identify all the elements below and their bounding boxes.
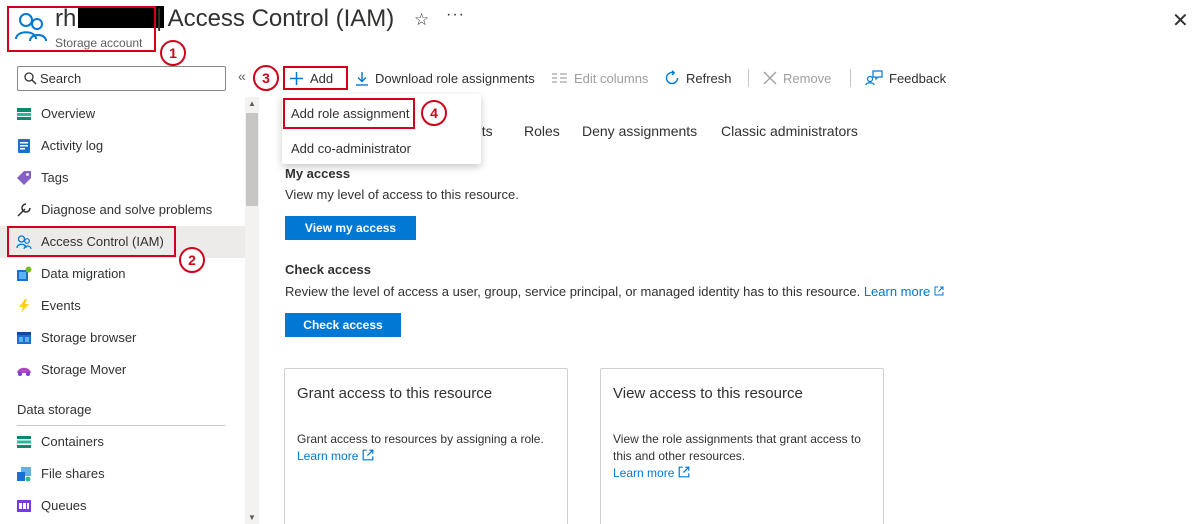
- overview-icon: [17, 108, 31, 120]
- external-link-icon: [934, 286, 944, 296]
- view-my-access-button[interactable]: View my access: [285, 216, 416, 240]
- sidebar-item-label: Tags: [41, 170, 69, 185]
- card-title: Grant access to this resource: [297, 385, 493, 402]
- highlight-box-add: [283, 66, 348, 90]
- sidebar-item-storage-mover[interactable]: Storage Mover: [0, 354, 245, 386]
- sidebar-item-queues[interactable]: Queues: [0, 490, 245, 522]
- toolbar-separator: [748, 69, 749, 87]
- my-access-text: View my level of access to this resource…: [285, 187, 519, 202]
- edit-columns-icon: [552, 73, 567, 83]
- sidebar-item-tags[interactable]: Tags: [0, 162, 245, 194]
- scroll-up-icon[interactable]: ▲: [248, 99, 256, 108]
- file-shares-icon: [17, 467, 31, 482]
- sidebar-item-label: Containers: [41, 434, 104, 449]
- marker-4: 4: [421, 100, 447, 126]
- external-link-icon: [362, 449, 374, 461]
- remove-button[interactable]: Remove: [763, 66, 831, 90]
- search-box[interactable]: [17, 66, 226, 91]
- download-icon: [356, 71, 368, 86]
- data-migration-icon: [17, 266, 32, 281]
- grant-access-card: Grant access to this resource Grant acce…: [284, 368, 568, 524]
- containers-icon: [17, 436, 31, 448]
- learn-more-link[interactable]: Learn more: [864, 284, 930, 299]
- feedback-button[interactable]: Feedback: [865, 66, 946, 90]
- storage-browser-icon: [17, 332, 31, 344]
- highlight-box-iam: [7, 226, 176, 257]
- search-icon: [24, 72, 37, 85]
- sidebar-item-overview[interactable]: Overview: [0, 98, 245, 130]
- learn-more-link[interactable]: Learn more: [613, 466, 674, 480]
- tab-classic-administrators[interactable]: Classic administrators: [721, 123, 858, 139]
- sidebar-item-diagnose[interactable]: Diagnose and solve problems: [0, 194, 245, 226]
- sidebar-item-events[interactable]: Events: [0, 290, 245, 322]
- refresh-button[interactable]: Refresh: [664, 66, 732, 90]
- sidebar-item-label: Overview: [41, 106, 96, 121]
- my-access-title: My access: [285, 166, 351, 181]
- remove-label: Remove: [783, 70, 832, 86]
- favorite-star-icon[interactable]: ☆: [414, 10, 429, 30]
- sidebar-item-label: Storage Mover: [41, 362, 127, 377]
- sidebar-section-title: Data storage: [17, 402, 92, 417]
- queues-icon: [17, 500, 31, 512]
- check-access-text: Review the level of access a user, group…: [285, 284, 944, 299]
- marker-2: 2: [179, 247, 205, 273]
- toolbar-separator: [850, 69, 851, 87]
- lightning-icon: [19, 299, 29, 313]
- download-role-assignments-button[interactable]: Download role assignments: [355, 66, 535, 90]
- feedback-icon: [865, 70, 883, 86]
- sidebar-item-label: Activity log: [41, 138, 104, 153]
- tag-icon: [17, 171, 31, 185]
- refresh-label: Refresh: [686, 70, 732, 86]
- sidebar-item-containers[interactable]: Containers: [0, 426, 245, 458]
- highlight-box-add-role-assignment: [283, 98, 415, 129]
- activity-log-icon: [18, 139, 30, 153]
- sidebar-item-label: File shares: [41, 466, 105, 481]
- sidebar-item-storage-browser[interactable]: Storage browser: [0, 322, 245, 354]
- card-title: View access to this resource: [613, 385, 803, 402]
- edit-columns-label: Edit columns: [574, 70, 649, 86]
- sidebar-item-file-shares[interactable]: File shares: [0, 458, 245, 490]
- tab-deny-assignments[interactable]: Deny assignments: [582, 123, 697, 139]
- tab-roles[interactable]: Roles: [524, 123, 560, 139]
- storage-mover-icon: [17, 367, 31, 376]
- highlight-box-resource: [7, 6, 156, 52]
- close-icon: [763, 71, 777, 85]
- collapse-sidebar-icon[interactable]: «: [238, 68, 246, 84]
- check-access-button[interactable]: Check access: [285, 313, 401, 337]
- card-text: View the role assignments that grant acc…: [613, 432, 861, 480]
- refresh-icon: [665, 70, 679, 85]
- download-label: Download role assignments: [375, 70, 535, 86]
- close-icon[interactable]: ✕: [1172, 8, 1189, 33]
- sidebar-item-label: Storage browser: [41, 330, 137, 345]
- view-access-card: View access to this resource View the ro…: [600, 368, 884, 524]
- wrench-icon: [17, 203, 31, 217]
- check-access-title: Check access: [285, 262, 372, 277]
- feedback-label: Feedback: [889, 70, 947, 86]
- card-text: Grant access to resources by assigning a…: [297, 432, 544, 463]
- sidebar-item-activity-log[interactable]: Activity log: [0, 130, 245, 162]
- sidebar-item-label: Events: [41, 298, 81, 313]
- learn-more-link[interactable]: Learn more: [297, 449, 358, 463]
- more-options-icon[interactable]: ···: [446, 6, 465, 24]
- scrollbar-thumb[interactable]: [246, 113, 258, 206]
- edit-columns-button[interactable]: Edit columns: [551, 66, 648, 90]
- marker-3: 3: [253, 65, 279, 91]
- sidebar-item-label: Queues: [41, 498, 87, 513]
- menu-item-add-co-administrator[interactable]: Add co-administrator: [291, 141, 411, 156]
- external-link-icon: [678, 466, 690, 478]
- page-title: | Access Control (IAM): [156, 5, 395, 32]
- search-input[interactable]: [40, 69, 220, 88]
- sidebar-item-label: Diagnose and solve problems: [41, 202, 213, 217]
- sidebar-item-data-migration[interactable]: Data migration: [0, 258, 245, 290]
- marker-1: 1: [160, 40, 186, 66]
- sidebar-item-label: Data migration: [41, 266, 126, 281]
- scroll-down-icon[interactable]: ▼: [248, 513, 256, 522]
